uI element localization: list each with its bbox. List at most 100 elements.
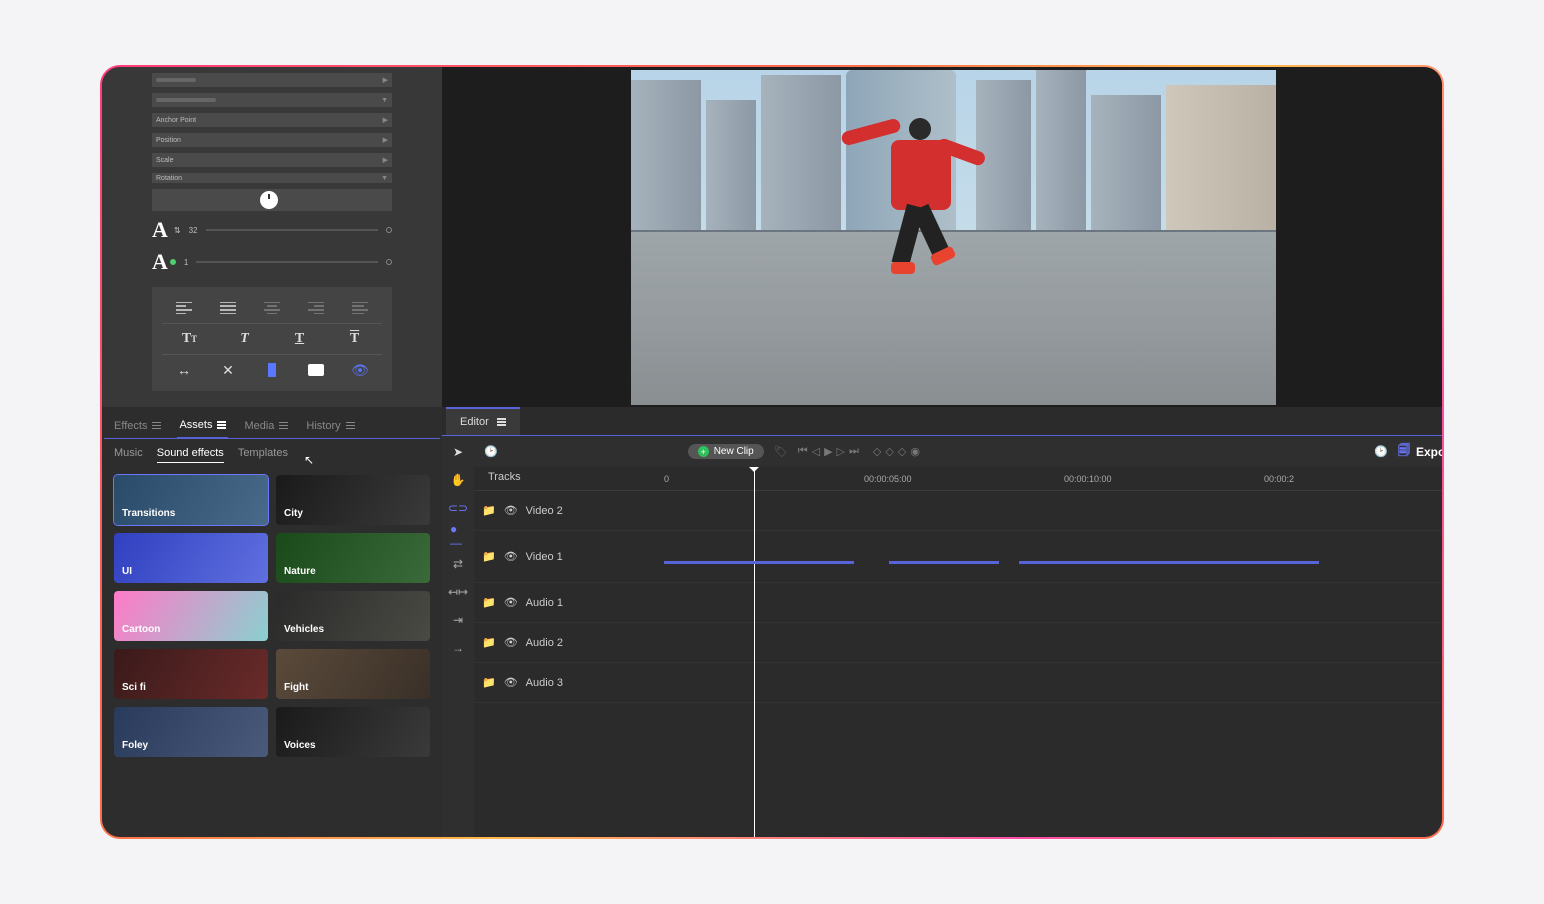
properties-panel: ▶ ▼ Anchor Point▶ Position▶ Scale▶ Rotat… xyxy=(102,67,442,407)
folder-icon[interactable]: 📁 xyxy=(482,596,496,609)
asset-category-fight[interactable]: Fight xyxy=(276,649,430,699)
primary-color-swatch[interactable] xyxy=(263,362,281,378)
export-icon: 🗐 xyxy=(1398,441,1410,462)
panel-tab-media[interactable]: Media xyxy=(242,415,290,438)
rotation-dial[interactable] xyxy=(152,189,392,211)
panel-tab-history[interactable]: History xyxy=(304,415,356,438)
ripple-tool-icon[interactable]: ⇄ xyxy=(450,556,466,572)
menu-icon xyxy=(346,422,355,430)
menu-icon[interactable] xyxy=(497,418,506,426)
tag-icon[interactable]: 🏷 xyxy=(774,445,788,458)
transition-tool-icon[interactable]: → xyxy=(450,640,466,656)
prop-position[interactable]: Position▶ xyxy=(152,133,392,147)
nav-prev-key-icon[interactable]: ◇ xyxy=(885,445,893,458)
editor-tab[interactable]: Editor xyxy=(446,407,520,435)
asset-category-nature[interactable]: Nature xyxy=(276,533,430,583)
select-tool-icon[interactable]: ➤ xyxy=(450,444,466,460)
flip-horizontal-icon[interactable]: ↔ xyxy=(175,362,193,378)
track-row: 📁👁Video 1 xyxy=(474,531,1442,583)
timeline-editor: Editor ➤ ✋ ⊂⊃ ●— ⇄ ↤↦ ⇥ → 🕑 + New Clip 🏷 xyxy=(442,407,1442,837)
export-button[interactable]: 🗐 Export xyxy=(1398,441,1442,462)
folder-icon[interactable]: 📁 xyxy=(482,550,496,563)
align-justify-icon[interactable] xyxy=(219,300,237,316)
step-fwd-icon[interactable]: ▷ xyxy=(837,445,845,458)
clock-icon[interactable]: 🕑 xyxy=(484,445,498,458)
nav-next-key-icon[interactable]: ◇ xyxy=(898,445,906,458)
panel-menu-icon[interactable] xyxy=(1435,408,1442,435)
asset-category-voices[interactable]: Voices xyxy=(276,707,430,757)
editor-tab-label: Editor xyxy=(460,416,489,428)
timeline-ruler[interactable]: Tracks 0 00:00:05:00 00:00:10:00 00:00:2 xyxy=(474,467,1442,491)
duration-icon[interactable]: 🕑 xyxy=(1374,445,1388,458)
font-size-slider[interactable] xyxy=(206,229,379,231)
italic-icon[interactable]: T xyxy=(236,331,254,347)
asset-category-city[interactable]: City xyxy=(276,475,430,525)
prop-row[interactable]: ▶ xyxy=(152,73,392,87)
asset-category-vehicles[interactable]: Vehicles xyxy=(276,591,430,641)
asset-subtab-music[interactable]: Music xyxy=(114,447,143,463)
preview-video[interactable] xyxy=(631,70,1276,405)
line-height-slider[interactable] xyxy=(196,261,378,263)
panel-tab-effects[interactable]: Effects xyxy=(112,415,163,438)
line-height-row[interactable]: A 1 xyxy=(152,249,392,275)
visibility-icon[interactable]: 👁 xyxy=(351,362,369,378)
play-icon[interactable]: ▶ xyxy=(824,445,832,458)
eye-icon[interactable]: 👁 xyxy=(504,636,518,649)
skip-back-icon[interactable]: ⏮ xyxy=(798,445,808,458)
align-alt-icon[interactable] xyxy=(351,300,369,316)
nav-diamond-icon[interactable]: ◇ xyxy=(873,445,881,458)
caps-icon[interactable]: TT xyxy=(181,331,199,347)
preview-subject xyxy=(861,100,981,280)
eye-icon[interactable]: 👁 xyxy=(504,504,518,517)
clear-icon[interactable]: ✕ xyxy=(219,362,237,378)
ruler-mark: 00:00:05:00 xyxy=(864,474,1064,484)
bg-color-swatch[interactable] xyxy=(307,362,325,378)
asset-category-ui[interactable]: UI xyxy=(114,533,268,583)
align-right-icon[interactable] xyxy=(307,300,325,316)
prop-rotation[interactable]: Rotation▼ xyxy=(152,173,392,183)
asset-category-foley[interactable]: Foley xyxy=(114,707,268,757)
skip-fwd-icon[interactable]: ⏭ xyxy=(849,445,859,458)
marker-tool-icon[interactable]: ●— xyxy=(450,528,466,544)
folder-icon[interactable]: 📁 xyxy=(482,636,496,649)
eye-icon[interactable]: 👁 xyxy=(504,596,518,609)
align-center-icon[interactable] xyxy=(263,300,281,316)
ruler-mark: 00:00:10:00 xyxy=(1064,474,1264,484)
menu-icon xyxy=(217,421,226,429)
asset-category-grid: TransitionsCityUINatureCartoonVehiclesSc… xyxy=(104,467,440,765)
timeline-clip[interactable] xyxy=(1019,561,1319,564)
asset-category-cartoon[interactable]: Cartoon xyxy=(114,591,268,641)
panel-tab-assets[interactable]: Assets xyxy=(177,415,228,439)
align-left-icon[interactable] xyxy=(175,300,193,316)
keyframe-toggle[interactable] xyxy=(386,259,392,265)
new-clip-button[interactable]: + New Clip xyxy=(688,444,764,459)
asset-category-sci-fi[interactable]: Sci fi xyxy=(114,649,268,699)
underline-icon[interactable]: T xyxy=(291,331,309,347)
link-tool-icon[interactable]: ⊂⊃ xyxy=(450,500,466,516)
timeline-clip[interactable] xyxy=(889,561,999,564)
asset-subtab-templates[interactable]: Templates xyxy=(238,447,288,463)
status-dot xyxy=(170,259,176,265)
keyframe-toggle[interactable] xyxy=(386,227,392,233)
track-name: Audio 1 xyxy=(526,597,563,609)
asset-subtab-sound-effects[interactable]: Sound effects xyxy=(157,447,224,463)
asset-category-transitions[interactable]: Transitions xyxy=(114,475,268,525)
slide-tool-icon[interactable]: ⇥ xyxy=(450,612,466,628)
folder-icon[interactable]: 📁 xyxy=(482,504,496,517)
hand-tool-icon[interactable]: ✋ xyxy=(450,472,466,488)
eye-icon[interactable]: 👁 xyxy=(504,676,518,689)
folder-icon[interactable]: 📁 xyxy=(482,676,496,689)
timeline-clip[interactable] xyxy=(664,561,854,564)
slip-tool-icon[interactable]: ↤↦ xyxy=(450,584,466,600)
prop-scale[interactable]: Scale▶ xyxy=(152,153,392,167)
font-size-row[interactable]: A ⇅ 32 xyxy=(152,217,392,243)
track-row: 📁👁Audio 3 xyxy=(474,663,1442,703)
track-row: 📁👁Audio 2 xyxy=(474,623,1442,663)
step-back-icon[interactable]: ◁ xyxy=(812,445,820,458)
prop-row[interactable]: ▼ xyxy=(152,93,392,107)
prop-anchor-point[interactable]: Anchor Point▶ xyxy=(152,113,392,127)
eye-icon[interactable]: 👁 xyxy=(504,550,518,563)
new-clip-label: New Clip xyxy=(714,446,754,457)
overline-icon[interactable]: T xyxy=(346,331,364,347)
record-icon[interactable]: ◉ xyxy=(910,445,920,458)
